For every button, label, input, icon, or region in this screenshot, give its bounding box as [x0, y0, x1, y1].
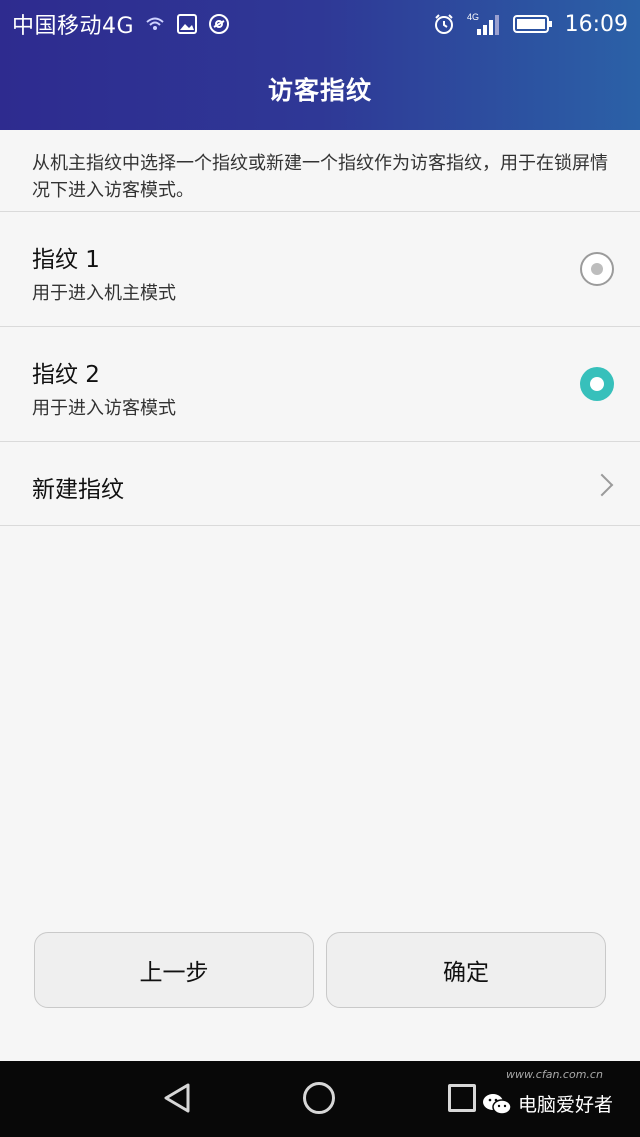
carrier-label: 中国移动4G [12, 14, 135, 39]
back-icon[interactable] [160, 1081, 194, 1115]
radio-dot [590, 377, 604, 391]
fingerprint-1-subtitle: 用于进入机主模式 [32, 283, 176, 304]
alarm-icon [434, 14, 453, 34]
watermark-text: 电脑爱好者 [518, 1094, 614, 1116]
wechat-icon [483, 1093, 512, 1115]
status-left: 中国移动4G [12, 8, 230, 40]
network-badge: 4G [467, 12, 479, 22]
fingerprint-2-subtitle: 用于进入访客模式 [32, 398, 176, 419]
chevron-right-icon [590, 473, 614, 497]
image-icon [177, 14, 198, 34]
clock: 16:09 [564, 11, 628, 37]
radio-dot [591, 263, 603, 275]
fingerprint-1-row[interactable]: 指纹 1 用于进入机主模式 [0, 212, 640, 326]
new-fingerprint-label: 新建指纹 [32, 477, 124, 503]
wifi-icon [146, 17, 164, 30]
battery-icon [512, 15, 552, 33]
signal-icon: 4G [467, 12, 499, 35]
page-title: 访客指纹 [267, 76, 372, 105]
description-text: 从机主指纹中选择一个指纹或新建一个指纹作为访客指纹，用于在锁屏情况下进入访客模式… [32, 153, 608, 201]
fingerprint-1-radio[interactable] [580, 252, 614, 286]
status-right: 4G 16:09 [433, 11, 628, 37]
watermark: 电脑爱好者 [482, 1090, 613, 1117]
previous-step-button[interactable]: 上一步 [34, 932, 314, 1008]
home-icon[interactable] [303, 1082, 335, 1114]
watermark-url: www.cfan.com.cn [506, 1068, 603, 1081]
divider [0, 525, 640, 526]
status-bar: 中国移动4G 4G 16:09 [0, 0, 640, 48]
confirm-button[interactable]: 确定 [326, 932, 606, 1008]
vpn-icon [209, 14, 230, 34]
recent-apps-icon[interactable] [448, 1084, 476, 1112]
fingerprint-2-title: 指纹 2 [32, 362, 100, 388]
fingerprint-1-title: 指纹 1 [32, 247, 100, 273]
title-bar: 访客指纹 [0, 48, 640, 130]
new-fingerprint-row[interactable]: 新建指纹 [0, 442, 640, 526]
fingerprint-2-row[interactable]: 指纹 2 用于进入访客模式 [0, 327, 640, 441]
fingerprint-2-radio[interactable] [580, 367, 614, 401]
